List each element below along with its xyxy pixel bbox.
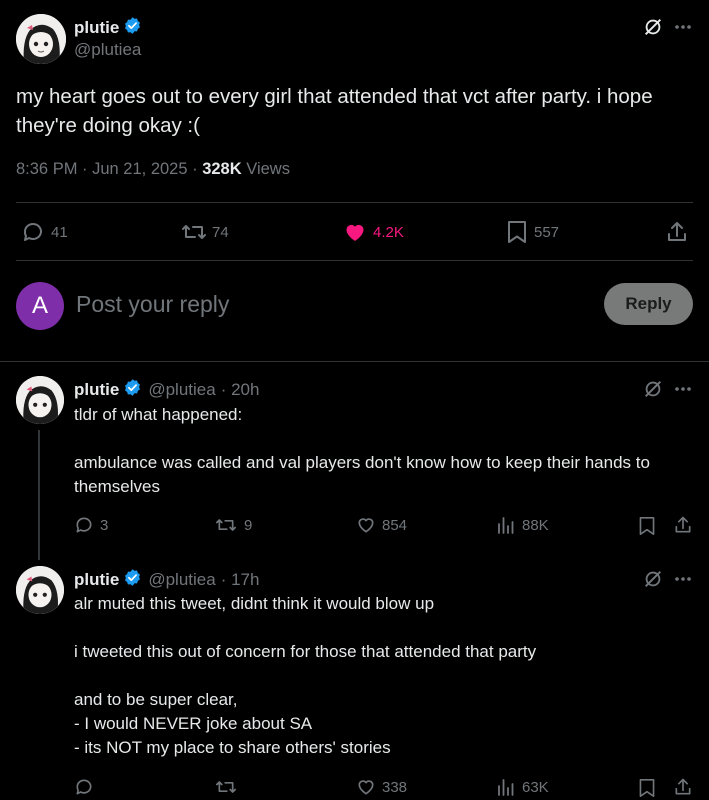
bookmark-icon	[639, 516, 655, 535]
repost-icon	[182, 225, 206, 239]
share-icon	[675, 516, 691, 533]
views-button[interactable]: 88K	[496, 515, 549, 535]
verified-badge-icon	[123, 16, 142, 40]
divider	[0, 361, 709, 362]
like-count: 4.2K	[373, 223, 404, 241]
views-count: 328K	[202, 160, 242, 178]
avatar[interactable]	[16, 376, 64, 424]
like-button[interactable]: 338	[356, 777, 407, 797]
views-count: 88K	[522, 516, 549, 534]
author-handle[interactable]: @plutiea	[74, 40, 141, 60]
more-icon[interactable]	[674, 576, 692, 582]
tweet-meta: 8:36 PM · Jun 21, 2025 · 328K Views	[16, 160, 290, 179]
share-button[interactable]	[665, 220, 689, 244]
more-icon[interactable]	[674, 24, 692, 30]
tweet-text: tldr of what happened: ambulance was cal…	[74, 405, 650, 496]
like-button[interactable]: 4.2K	[343, 220, 404, 244]
thread-connector	[38, 430, 40, 560]
author-handle[interactable]: @plutiea	[148, 570, 215, 590]
tweet-timestamp[interactable]: 8:36 PM · Jun 21, 2025 ·	[16, 160, 202, 178]
reply-button[interactable]: 41	[21, 220, 68, 244]
repost-icon	[216, 519, 237, 531]
reply-count: 3	[100, 516, 109, 534]
repost-button[interactable]	[214, 777, 244, 797]
grok-icon[interactable]	[642, 16, 664, 38]
tweet-timestamp[interactable]: · 17h	[221, 570, 260, 590]
repost-button[interactable]: 74	[180, 220, 229, 244]
tweet-timestamp[interactable]: · 20h	[221, 380, 260, 400]
repost-count: 9	[244, 516, 253, 534]
more-icon[interactable]	[674, 386, 692, 392]
views-icon	[498, 517, 514, 534]
views-icon	[498, 779, 514, 796]
verified-badge-icon	[123, 378, 142, 402]
repost-icon	[216, 781, 237, 793]
avatar[interactable]	[16, 14, 66, 64]
avatar[interactable]	[16, 566, 64, 614]
divider	[16, 260, 693, 261]
views-count: 63K	[522, 778, 549, 796]
user-avatar[interactable]: A	[16, 282, 64, 330]
bookmark-icon	[639, 778, 655, 797]
author-name[interactable]: plutie	[74, 380, 119, 400]
heart-icon	[358, 780, 374, 795]
divider	[16, 202, 693, 203]
repost-count: 74	[212, 223, 229, 241]
reply-icon	[23, 223, 42, 241]
heart-icon	[358, 518, 374, 533]
bookmark-button[interactable]: 557	[506, 220, 559, 244]
grok-icon[interactable]	[642, 378, 664, 400]
share-icon	[675, 778, 691, 795]
reply-icon	[76, 779, 92, 795]
repost-button[interactable]: 9	[214, 515, 252, 535]
author-name[interactable]: plutie	[74, 18, 119, 38]
share-button[interactable]	[673, 777, 693, 797]
reply-count: 41	[51, 223, 68, 241]
verified-badge-icon	[123, 568, 142, 592]
share-icon	[668, 222, 686, 241]
bookmark-count: 557	[534, 223, 560, 241]
reply-input[interactable]: Post your reply	[76, 291, 229, 318]
grok-icon[interactable]	[642, 568, 664, 590]
reply-submit-button[interactable]: Reply	[604, 283, 693, 325]
like-count: 338	[382, 778, 408, 796]
like-count: 854	[382, 516, 408, 534]
reply-button[interactable]	[74, 777, 100, 797]
reply-composer: A Post your reply Reply	[16, 282, 693, 332]
bookmark-icon	[508, 221, 526, 243]
author-handle[interactable]: @plutiea	[148, 380, 215, 400]
reply-button[interactable]: 3	[74, 515, 108, 535]
bookmark-button[interactable]	[638, 778, 656, 798]
share-button[interactable]	[673, 515, 693, 535]
tweet-text: alr muted this tweet, didnt think it wou…	[74, 594, 537, 757]
views-button[interactable]: 63K	[496, 777, 549, 797]
views-label: Views	[241, 160, 290, 178]
like-button[interactable]: 854	[356, 515, 407, 535]
reply-icon	[76, 517, 92, 533]
tweet-text: my heart goes out to every girl that att…	[16, 85, 653, 137]
heart-filled-icon	[346, 224, 364, 241]
author-name[interactable]: plutie	[74, 570, 119, 590]
bookmark-button[interactable]	[638, 516, 656, 536]
